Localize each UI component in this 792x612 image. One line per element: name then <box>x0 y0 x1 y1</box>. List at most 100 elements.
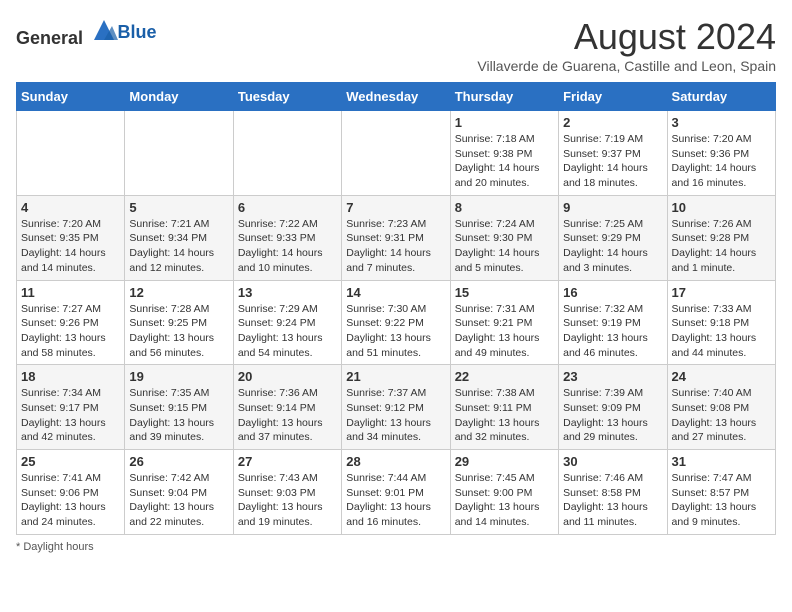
day-info: Sunrise: 7:44 AMSunset: 9:01 PMDaylight:… <box>346 471 445 530</box>
logo-blue: Blue <box>118 22 157 42</box>
calendar-cell: 26Sunrise: 7:42 AMSunset: 9:04 PMDayligh… <box>125 450 233 535</box>
day-info: Sunrise: 7:20 AMSunset: 9:36 PMDaylight:… <box>672 132 771 191</box>
logo-icon <box>90 16 118 44</box>
day-number: 14 <box>346 285 445 300</box>
day-info: Sunrise: 7:32 AMSunset: 9:19 PMDaylight:… <box>563 302 662 361</box>
calendar-cell: 23Sunrise: 7:39 AMSunset: 9:09 PMDayligh… <box>559 365 667 450</box>
day-info: Sunrise: 7:23 AMSunset: 9:31 PMDaylight:… <box>346 217 445 276</box>
day-number: 11 <box>21 285 120 300</box>
calendar-cell: 4 Sunrise: 7:20 AMSunset: 9:35 PMDaylight… <box>17 195 125 280</box>
day-info: Sunrise: 7:38 AMSunset: 9:11 PMDaylight:… <box>455 386 554 445</box>
weekday-header-friday: Friday <box>559 83 667 111</box>
calendar-cell: 1 Sunrise: 7:18 AMSunset: 9:38 PMDaylight… <box>450 111 558 196</box>
calendar-cell: 25 Sunrise: 7:41 AMSunset: 9:06 PMDayligh… <box>17 450 125 535</box>
day-info: Sunrise: 7:43 AMSunset: 9:03 PMDaylight:… <box>238 471 337 530</box>
day-number: 22 <box>455 369 554 384</box>
day-info: Sunrise: 7:28 AMSunset: 9:25 PMDaylight:… <box>129 302 228 361</box>
calendar-cell <box>125 111 233 196</box>
calendar-table: SundayMondayTuesdayWednesdayThursdayFrid… <box>16 82 776 535</box>
day-number: 26 <box>129 454 228 469</box>
day-info: Sunrise: 7:37 AMSunset: 9:12 PMDaylight:… <box>346 386 445 445</box>
day-number: 20 <box>238 369 337 384</box>
logo: General Blue <box>16 16 157 49</box>
header: General Blue August 2024 Villaverde de G… <box>16 16 776 74</box>
day-info: Sunrise: 7:36 AMSunset: 9:14 PMDaylight:… <box>238 386 337 445</box>
day-info: Sunrise: 7:22 AMSunset: 9:33 PMDaylight:… <box>238 217 337 276</box>
day-number: 31 <box>672 454 771 469</box>
day-number: 9 <box>563 200 662 215</box>
week-row-1: 4 Sunrise: 7:20 AMSunset: 9:35 PMDaylight… <box>17 195 776 280</box>
day-number: 10 <box>672 200 771 215</box>
day-number: 19 <box>129 369 228 384</box>
calendar-cell <box>17 111 125 196</box>
weekday-header-sunday: Sunday <box>17 83 125 111</box>
calendar-cell: 7 Sunrise: 7:23 AMSunset: 9:31 PMDaylight… <box>342 195 450 280</box>
calendar-cell: 6 Sunrise: 7:22 AMSunset: 9:33 PMDaylight… <box>233 195 341 280</box>
day-number: 6 <box>238 200 337 215</box>
day-number: 30 <box>563 454 662 469</box>
day-info: Sunrise: 7:41 AMSunset: 9:06 PMDaylight:… <box>21 471 120 530</box>
week-row-0: 1 Sunrise: 7:18 AMSunset: 9:38 PMDaylight… <box>17 111 776 196</box>
day-number: 18 <box>21 369 120 384</box>
calendar-cell: 15Sunrise: 7:31 AMSunset: 9:21 PMDayligh… <box>450 280 558 365</box>
day-number: 25 <box>21 454 120 469</box>
calendar-cell: 17 Sunrise: 7:33 AMSunset: 9:18 PMDayligh… <box>667 280 775 365</box>
week-row-2: 11 Sunrise: 7:27 AMSunset: 9:26 PMDayligh… <box>17 280 776 365</box>
title-area: August 2024 Villaverde de Guarena, Casti… <box>477 16 776 74</box>
day-info: Sunrise: 7:24 AMSunset: 9:30 PMDaylight:… <box>455 217 554 276</box>
day-number: 27 <box>238 454 337 469</box>
day-number: 3 <box>672 115 771 130</box>
calendar-cell: 21 Sunrise: 7:37 AMSunset: 9:12 PMDayligh… <box>342 365 450 450</box>
week-row-3: 18 Sunrise: 7:34 AMSunset: 9:17 PMDayligh… <box>17 365 776 450</box>
day-number: 7 <box>346 200 445 215</box>
day-number: 4 <box>21 200 120 215</box>
calendar-cell: 9 Sunrise: 7:25 AMSunset: 9:29 PMDaylight… <box>559 195 667 280</box>
weekday-header-monday: Monday <box>125 83 233 111</box>
day-info: Sunrise: 7:27 AMSunset: 9:26 PMDaylight:… <box>21 302 120 361</box>
day-number: 21 <box>346 369 445 384</box>
day-info: Sunrise: 7:21 AMSunset: 9:34 PMDaylight:… <box>129 217 228 276</box>
weekday-header-saturday: Saturday <box>667 83 775 111</box>
weekday-header-tuesday: Tuesday <box>233 83 341 111</box>
day-info: Sunrise: 7:18 AMSunset: 9:38 PMDaylight:… <box>455 132 554 191</box>
day-number: 28 <box>346 454 445 469</box>
calendar-cell: 20 Sunrise: 7:36 AMSunset: 9:14 PMDayligh… <box>233 365 341 450</box>
calendar-cell: 29 Sunrise: 7:45 AMSunset: 9:00 PMDayligh… <box>450 450 558 535</box>
day-info: Sunrise: 7:26 AMSunset: 9:28 PMDaylight:… <box>672 217 771 276</box>
day-info: Sunrise: 7:40 AMSunset: 9:08 PMDaylight:… <box>672 386 771 445</box>
day-info: Sunrise: 7:39 AMSunset: 9:09 PMDaylight:… <box>563 386 662 445</box>
calendar-cell: 27 Sunrise: 7:43 AMSunset: 9:03 PMDayligh… <box>233 450 341 535</box>
calendar-cell: 2Sunrise: 7:19 AMSunset: 9:37 PMDaylight… <box>559 111 667 196</box>
day-number: 17 <box>672 285 771 300</box>
day-info: Sunrise: 7:25 AMSunset: 9:29 PMDaylight:… <box>563 217 662 276</box>
day-info: Sunrise: 7:45 AMSunset: 9:00 PMDaylight:… <box>455 471 554 530</box>
day-info: Sunrise: 7:34 AMSunset: 9:17 PMDaylight:… <box>21 386 120 445</box>
day-info: Sunrise: 7:33 AMSunset: 9:18 PMDaylight:… <box>672 302 771 361</box>
day-number: 16 <box>563 285 662 300</box>
day-number: 8 <box>455 200 554 215</box>
day-info: Sunrise: 7:20 AMSunset: 9:35 PMDaylight:… <box>21 217 120 276</box>
calendar-cell: 12 Sunrise: 7:28 AMSunset: 9:25 PMDayligh… <box>125 280 233 365</box>
day-number: 29 <box>455 454 554 469</box>
calendar-cell: 24 Sunrise: 7:40 AMSunset: 9:08 PMDayligh… <box>667 365 775 450</box>
day-info: Sunrise: 7:35 AMSunset: 9:15 PMDaylight:… <box>129 386 228 445</box>
calendar-cell: 14 Sunrise: 7:30 AMSunset: 9:22 PMDayligh… <box>342 280 450 365</box>
day-info: Sunrise: 7:47 AMSunset: 8:57 PMDaylight:… <box>672 471 771 530</box>
calendar-cell <box>233 111 341 196</box>
day-info: Sunrise: 7:29 AMSunset: 9:24 PMDaylight:… <box>238 302 337 361</box>
day-info: Sunrise: 7:46 AMSunset: 8:58 PMDaylight:… <box>563 471 662 530</box>
day-number: 1 <box>455 115 554 130</box>
calendar-cell: 30 Sunrise: 7:46 AMSunset: 8:58 PMDayligh… <box>559 450 667 535</box>
calendar-cell: 22 Sunrise: 7:38 AMSunset: 9:11 PMDayligh… <box>450 365 558 450</box>
day-number: 12 <box>129 285 228 300</box>
weekday-header-thursday: Thursday <box>450 83 558 111</box>
calendar-cell: 18 Sunrise: 7:34 AMSunset: 9:17 PMDayligh… <box>17 365 125 450</box>
day-info: Sunrise: 7:30 AMSunset: 9:22 PMDaylight:… <box>346 302 445 361</box>
calendar-cell: 10 Sunrise: 7:26 AMSunset: 9:28 PMDayligh… <box>667 195 775 280</box>
day-number: 24 <box>672 369 771 384</box>
footer-note: * Daylight hours <box>16 541 776 553</box>
day-number: 13 <box>238 285 337 300</box>
calendar-cell: 8 Sunrise: 7:24 AMSunset: 9:30 PMDaylight… <box>450 195 558 280</box>
day-number: 15 <box>455 285 554 300</box>
calendar-cell: 3 Sunrise: 7:20 AMSunset: 9:36 PMDaylight… <box>667 111 775 196</box>
